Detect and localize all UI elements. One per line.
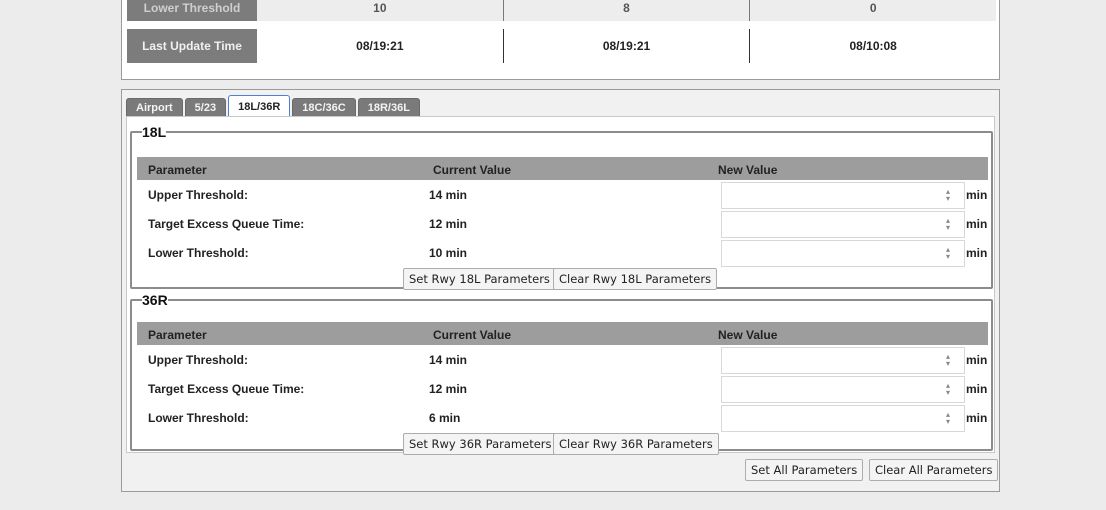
runway-tab-bar: Airport 5/23 18L/36R 18C/36C 18R/36L xyxy=(126,95,420,117)
param-name: Target Excess Queue Time: xyxy=(148,382,305,396)
unit-label: min xyxy=(966,246,988,260)
runway-summary-panel: Lower Threshold 10 8 0 Last Update Time … xyxy=(121,0,1000,80)
summary-cell: 08/10:08 xyxy=(849,39,897,53)
param-current-value: 14 min xyxy=(429,188,468,202)
header-current-value: Current Value xyxy=(433,328,512,342)
param-row-lower-threshold: Lower Threshold: 10 min ▴ ▾ min xyxy=(137,239,988,267)
unit-label: min xyxy=(966,382,988,396)
param-name: Lower Threshold: xyxy=(148,246,249,260)
unit-label: min xyxy=(966,353,988,367)
new-value-spinner[interactable]: ▴ ▾ xyxy=(721,240,965,267)
unit-label: min xyxy=(966,411,988,425)
parameter-grid-header: Parameter Current Value New Value xyxy=(137,157,988,180)
param-row-target-excess-queue-time: Target Excess Queue Time: 12 min ▴ ▾ min xyxy=(137,210,988,238)
summary-row-lower-threshold: Lower Threshold 10 8 0 xyxy=(127,0,997,21)
up-down-arrows-icon[interactable]: ▴ ▾ xyxy=(946,246,950,261)
up-down-arrows-icon[interactable]: ▴ ▾ xyxy=(946,382,950,397)
up-down-arrows-icon[interactable]: ▴ ▾ xyxy=(946,217,950,232)
header-current-value: Current Value xyxy=(433,163,512,177)
new-value-spinner[interactable]: ▴ ▾ xyxy=(721,211,965,238)
param-name: Lower Threshold: xyxy=(148,411,249,425)
unit-label: min xyxy=(966,217,988,231)
runway-36r-group: 36R Parameter Current Value New Value Up… xyxy=(130,292,993,455)
parameter-grid-header: Parameter Current Value New Value xyxy=(137,322,988,345)
param-current-value: 14 min xyxy=(429,353,468,367)
param-row-upper-threshold: Upper Threshold: 14 min ▴ ▾ min xyxy=(137,181,988,209)
param-current-value: 12 min xyxy=(429,217,468,231)
param-row-lower-threshold: Lower Threshold: 6 min ▴ ▾ min xyxy=(137,404,988,432)
summary-cell: 08/19:21 xyxy=(504,29,751,63)
new-value-spinner[interactable]: ▴ ▾ xyxy=(721,405,965,432)
runway-legend: 18L xyxy=(142,124,167,140)
new-value-spinner[interactable]: ▴ ▾ xyxy=(721,376,965,403)
runway-legend: 36R xyxy=(142,292,168,308)
tab-18l-36r[interactable]: 18L/36R xyxy=(228,95,291,117)
header-new-value: New Value xyxy=(718,163,778,177)
clear-rwy-18l-button[interactable]: Clear Rwy 18L Parameters xyxy=(553,268,718,290)
tab-5-23[interactable]: 5/23 xyxy=(184,98,227,117)
param-name: Upper Threshold: xyxy=(148,188,249,202)
set-all-parameters-button[interactable]: Set All Parameters xyxy=(745,459,864,481)
summary-cell: 0 xyxy=(750,0,997,21)
set-rwy-18l-button[interactable]: Set Rwy 18L Parameters xyxy=(403,268,556,290)
param-name: Upper Threshold: xyxy=(148,353,249,367)
up-down-arrows-icon[interactable]: ▴ ▾ xyxy=(946,353,950,368)
param-current-value: 12 min xyxy=(429,382,468,396)
tab-airport[interactable]: Airport xyxy=(126,98,183,117)
summary-row-last-update: Last Update Time 08/19:21 08/19:21 08/10… xyxy=(127,29,996,63)
clear-all-parameters-button[interactable]: Clear All Parameters xyxy=(869,459,999,481)
clear-rwy-36r-button[interactable]: Clear Rwy 36R Parameters xyxy=(553,433,719,455)
runway-18l-group: 18L Parameter Current Value New Value Up… xyxy=(130,124,993,290)
new-value-spinner[interactable]: ▴ ▾ xyxy=(721,182,965,209)
param-row-upper-threshold: Upper Threshold: 14 min ▴ ▾ min xyxy=(137,346,988,374)
header-parameter: Parameter xyxy=(148,328,207,342)
param-name: Target Excess Queue Time: xyxy=(148,217,305,231)
param-row-target-excess-queue-time: Target Excess Queue Time: 12 min ▴ ▾ min xyxy=(137,375,988,403)
runway-parameters-panel: Airport 5/23 18L/36R 18C/36C 18R/36L 18L… xyxy=(121,89,1000,492)
up-down-arrows-icon[interactable]: ▴ ▾ xyxy=(946,188,950,203)
up-down-arrows-icon[interactable]: ▴ ▾ xyxy=(946,411,950,426)
summary-row-label: Lower Threshold xyxy=(127,0,257,21)
unit-label: min xyxy=(966,188,988,202)
tab-18r-36l[interactable]: 18R/36L xyxy=(357,98,420,117)
summary-cell: 8 xyxy=(503,0,751,21)
summary-cell: 08/19:21 xyxy=(257,29,504,63)
summary-row-label: Last Update Time xyxy=(127,29,257,63)
param-current-value: 6 min xyxy=(429,411,461,425)
header-parameter: Parameter xyxy=(148,163,207,177)
summary-cell: 10 xyxy=(257,0,504,21)
new-value-spinner[interactable]: ▴ ▾ xyxy=(721,347,965,374)
set-rwy-36r-button[interactable]: Set Rwy 36R Parameters xyxy=(403,433,558,455)
tab-content: 18L Parameter Current Value New Value Up… xyxy=(126,116,995,455)
header-new-value: New Value xyxy=(718,328,778,342)
param-current-value: 10 min xyxy=(429,246,468,260)
tab-18c-36c[interactable]: 18C/36C xyxy=(292,98,356,117)
